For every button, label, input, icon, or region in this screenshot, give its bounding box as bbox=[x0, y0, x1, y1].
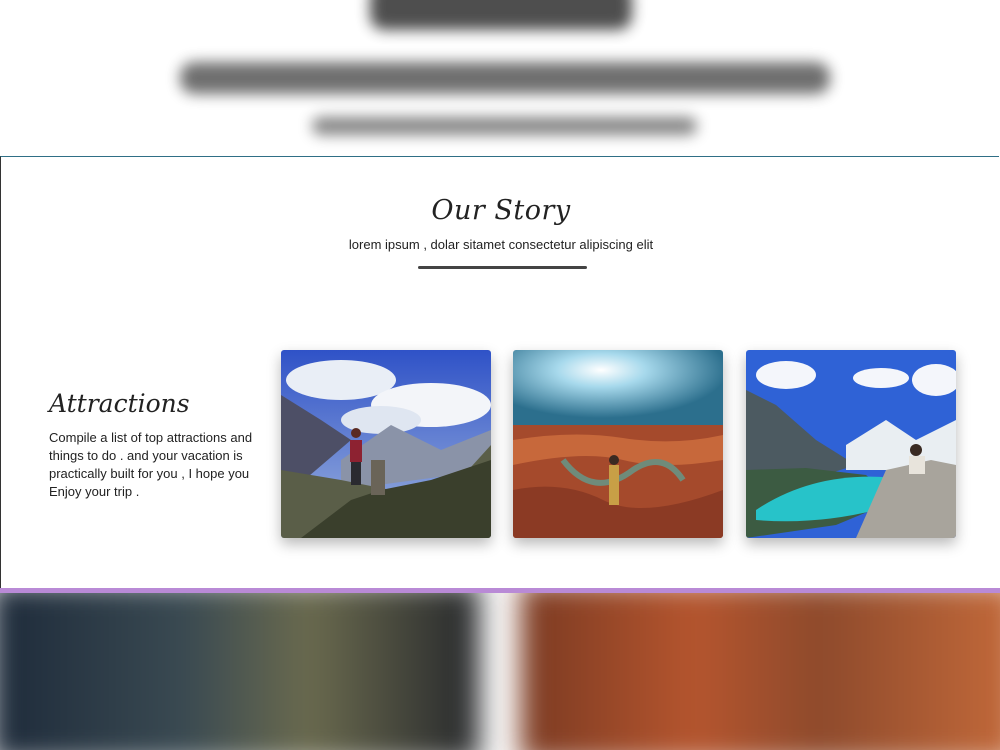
gallery-image-left bbox=[0, 593, 480, 750]
hero-title-blurred bbox=[370, 0, 632, 30]
turquoise-lake-image bbox=[746, 350, 956, 538]
hero-subtitle-blurred bbox=[180, 62, 830, 94]
hero-caption-blurred bbox=[312, 117, 697, 135]
story-title: Our Story bbox=[431, 195, 571, 226]
hiker-mountain-image bbox=[281, 350, 491, 538]
hero-section-blurred bbox=[0, 0, 1000, 157]
gallery-image-right bbox=[520, 593, 1000, 750]
story-divider bbox=[418, 266, 587, 269]
our-story-section: Our Story lorem ipsum , dolar sitamet co… bbox=[0, 156, 999, 591]
attraction-card-lake[interactable] bbox=[746, 350, 956, 538]
gallery-section-blurred bbox=[0, 593, 1000, 750]
canyon-bend-image bbox=[513, 350, 723, 538]
attractions-title: Attractions bbox=[49, 389, 190, 418]
story-subtitle: lorem ipsum , dolar sitamet consectetur … bbox=[348, 237, 654, 252]
attractions-text: Compile a list of top attractions and th… bbox=[49, 430, 253, 499]
attraction-card-hiker[interactable] bbox=[281, 350, 491, 538]
attraction-card-canyon[interactable] bbox=[513, 350, 723, 538]
